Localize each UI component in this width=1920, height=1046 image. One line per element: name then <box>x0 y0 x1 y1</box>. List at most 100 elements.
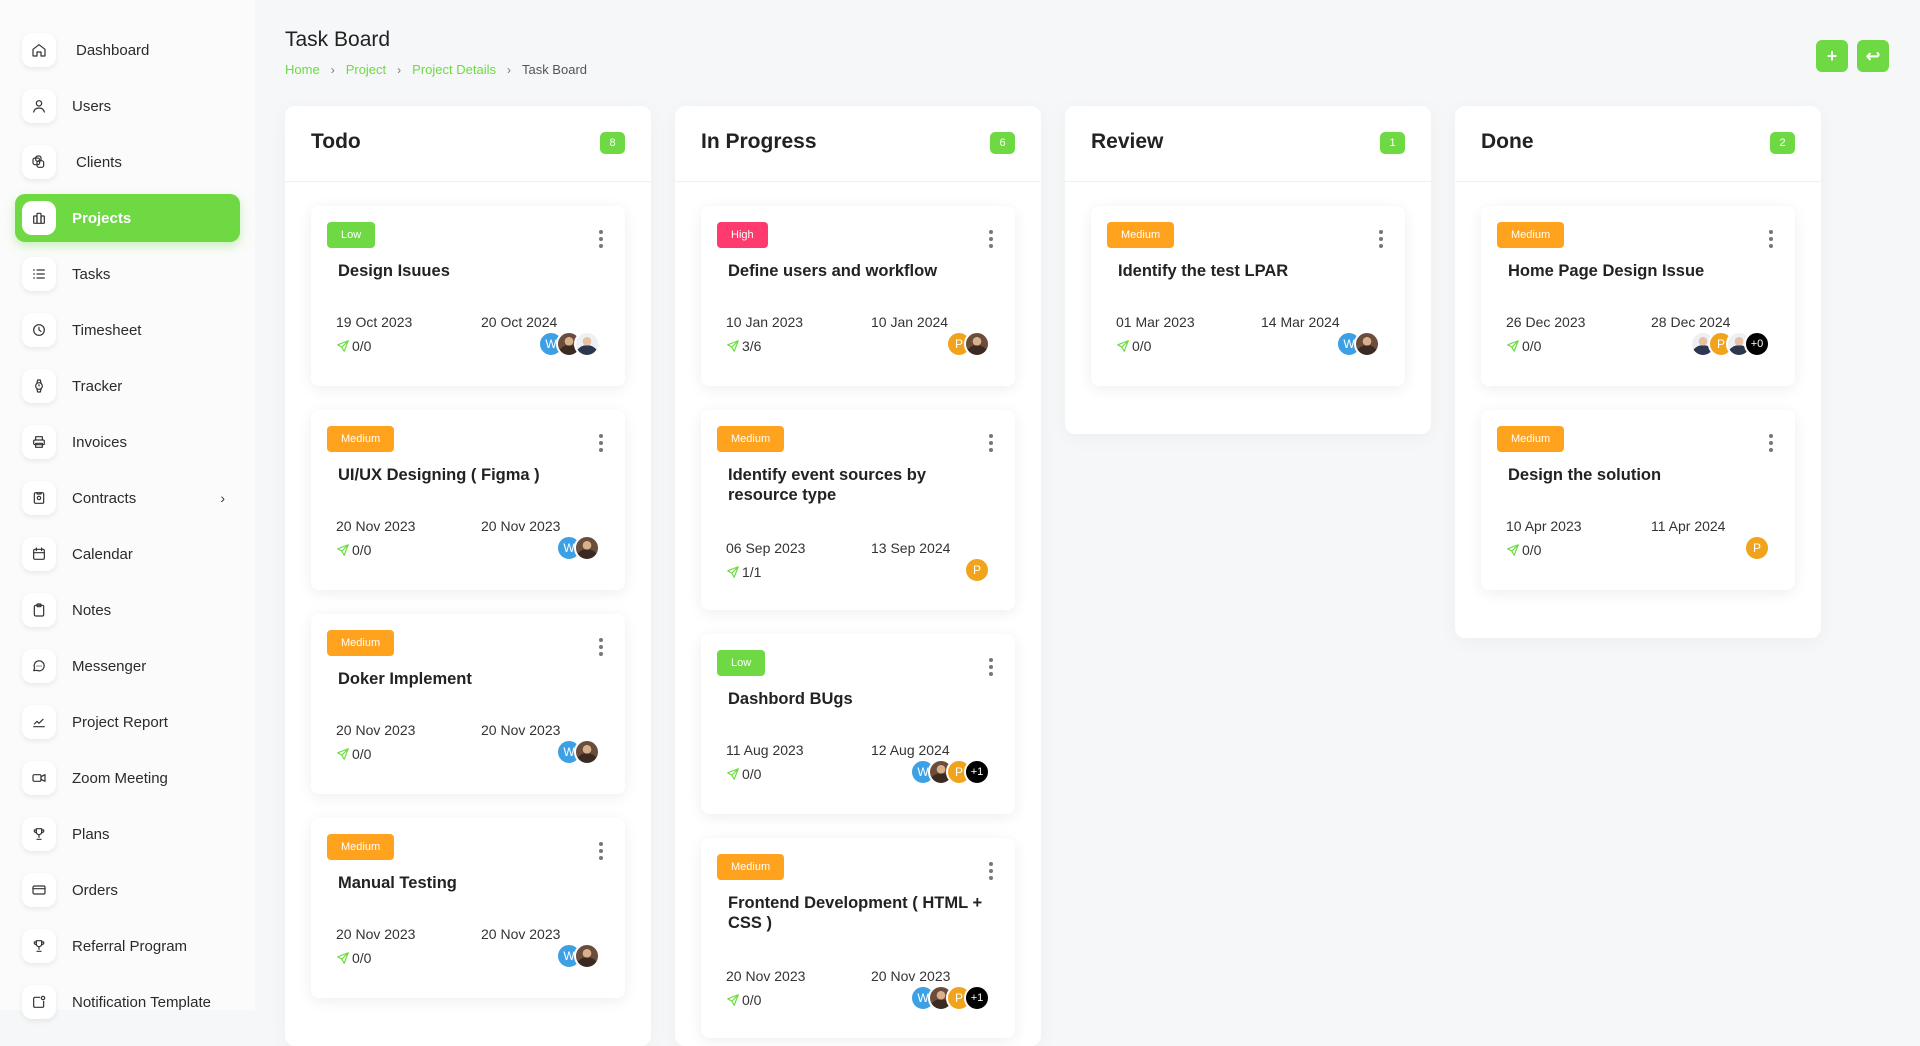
sidebar-item-invoices[interactable]: Invoices <box>15 418 240 466</box>
chevron-right-icon[interactable]: › <box>220 490 225 506</box>
task-card[interactable]: Medium Doker Implement 20 Nov 2023 20 Nov 2… <box>311 614 625 794</box>
avatar[interactable] <box>964 331 990 357</box>
contract-icon <box>22 481 56 515</box>
avatar[interactable]: +1 <box>964 985 990 1011</box>
checklist-progress: 0/0 <box>1506 338 1541 354</box>
sidebar-item-label: Notes <box>72 601 112 619</box>
chevron-right-icon: › <box>330 62 335 77</box>
task-card[interactable]: Medium UI/UX Designing ( Figma ) 20 Nov 20… <box>311 410 625 590</box>
sidebar-item-dashboard[interactable]: Dashboard <box>15 26 240 74</box>
task-card[interactable]: Medium Identify event sources by resource… <box>701 410 1015 610</box>
task-count-badge: 1 <box>1380 132 1405 154</box>
sidebar-item-referral-program[interactable]: Referral Program <box>15 922 240 970</box>
back-button[interactable]: ↩ <box>1857 40 1889 72</box>
sidebar-item-contracts[interactable]: Contracts › <box>15 474 240 522</box>
avatar[interactable]: +0 <box>1744 331 1770 357</box>
task-card[interactable]: Medium Frontend Development ( HTML + CSS … <box>701 838 1015 1038</box>
sidebar-item-calendar[interactable]: Calendar <box>15 530 240 578</box>
checklist-count: 0/0 <box>1522 338 1542 354</box>
trophy-icon <box>22 817 56 851</box>
column-done: Done 2 Medium Home Page Design Issue 26 Dec … <box>1455 106 1821 638</box>
assignee-avatars: W <box>538 331 600 357</box>
sidebar-item-users[interactable]: Users <box>15 82 240 130</box>
avatar[interactable] <box>574 331 600 357</box>
task-title[interactable]: Define users and workflow <box>728 261 988 281</box>
checklist-count: 0/0 <box>1522 542 1542 558</box>
more-options-icon[interactable] <box>599 638 603 659</box>
sidebar-item-messenger[interactable]: Messenger <box>15 642 240 690</box>
task-card[interactable]: Low Design Isuues 19 Oct 2023 20 Oct 2024 0/… <box>311 206 625 386</box>
more-options-icon[interactable] <box>599 434 603 455</box>
start-date: 20 Nov 2023 <box>336 722 416 738</box>
more-options-icon[interactable] <box>989 658 993 679</box>
watch-icon <box>22 369 56 403</box>
task-title[interactable]: Frontend Development ( HTML + CSS ) <box>728 893 988 933</box>
avatar[interactable]: +1 <box>964 759 990 785</box>
task-title[interactable]: UI/UX Designing ( Figma ) <box>338 465 598 485</box>
task-card[interactable]: Medium Manual Testing 20 Nov 2023 20 Nov 20… <box>311 818 625 998</box>
task-title[interactable]: Design the solution <box>1508 465 1768 485</box>
sidebar-item-notification-template[interactable]: Notification Template <box>15 978 240 1026</box>
breadcrumb-project[interactable]: Project <box>346 62 386 77</box>
task-card[interactable]: High Define users and workflow 10 Jan 2023… <box>701 206 1015 386</box>
chevron-right-icon: › <box>506 62 511 77</box>
breadcrumb-project-details[interactable]: Project Details <box>412 62 496 77</box>
avatar[interactable] <box>1354 331 1380 357</box>
sidebar-item-timesheet[interactable]: Timesheet <box>15 306 240 354</box>
sidebar-item-projects[interactable]: Projects <box>15 194 240 242</box>
task-title[interactable]: Design Isuues <box>338 261 598 281</box>
sidebar-item-orders[interactable]: Orders <box>15 866 240 914</box>
more-options-icon[interactable] <box>989 862 993 883</box>
trophy-icon <box>22 929 56 963</box>
start-date: 10 Apr 2023 <box>1506 518 1582 534</box>
checklist-count: 0/0 <box>742 992 762 1008</box>
end-date: 13 Sep 2024 <box>871 540 951 556</box>
more-options-icon[interactable] <box>1769 434 1773 455</box>
list-icon <box>22 257 56 291</box>
more-options-icon[interactable] <box>599 230 603 251</box>
task-card[interactable]: Medium Identify the test LPAR 01 Mar 2023 1… <box>1091 206 1405 386</box>
more-options-icon[interactable] <box>1379 230 1383 251</box>
priority-badge: High <box>717 222 768 248</box>
task-card[interactable]: Medium Home Page Design Issue 26 Dec 2023 2… <box>1481 206 1795 386</box>
priority-badge: Medium <box>1497 426 1565 452</box>
task-title[interactable]: Doker Implement <box>338 669 598 689</box>
avatar[interactable]: P <box>964 557 990 583</box>
checklist-progress: 0/0 <box>336 542 371 558</box>
task-count-badge: 6 <box>990 132 1015 154</box>
column-todo: Todo 8 Low Design Isuues 19 Oct 2023 20 Oct 2… <box>285 106 651 1046</box>
end-date: 28 Dec 2024 <box>1651 314 1731 330</box>
end-date: 20 Nov 2023 <box>871 968 951 984</box>
more-options-icon[interactable] <box>989 230 993 251</box>
task-card[interactable]: Medium Design the solution 10 Apr 2023 11 A… <box>1481 410 1795 590</box>
start-date: 20 Nov 2023 <box>726 968 806 984</box>
task-title[interactable]: Manual Testing <box>338 873 598 893</box>
avatar[interactable]: P <box>1744 535 1770 561</box>
sidebar-item-clients[interactable]: Clients <box>15 138 240 186</box>
priority-badge: Low <box>327 222 376 248</box>
sidebar-item-tracker[interactable]: Tracker <box>15 362 240 410</box>
task-title[interactable]: Dashbord BUgs <box>728 689 988 709</box>
sidebar-item-tasks[interactable]: Tasks <box>15 250 240 298</box>
task-count-badge: 2 <box>1770 132 1795 154</box>
avatar[interactable] <box>574 739 600 765</box>
more-options-icon[interactable] <box>989 434 993 455</box>
sidebar-item-plans[interactable]: Plans <box>15 810 240 858</box>
task-card[interactable]: Low Dashbord BUgs 11 Aug 2023 12 Aug 2024 0/… <box>701 634 1015 814</box>
more-options-icon[interactable] <box>599 842 603 863</box>
checklist-progress: 0/0 <box>1506 542 1541 558</box>
more-options-icon[interactable] <box>1769 230 1773 251</box>
add-task-button[interactable]: + <box>1816 40 1848 72</box>
task-title[interactable]: Home Page Design Issue <box>1508 261 1768 281</box>
avatar[interactable] <box>574 943 600 969</box>
breadcrumb-task-board: Task Board <box>521 62 588 77</box>
task-title[interactable]: Identify the test LPAR <box>1118 261 1378 281</box>
send-icon <box>1507 340 1519 352</box>
task-title[interactable]: Identify event sources by resource type <box>728 465 988 505</box>
priority-badge: Medium <box>327 834 395 860</box>
sidebar-item-project-report[interactable]: Project Report <box>15 698 240 746</box>
avatar[interactable] <box>574 535 600 561</box>
sidebar-item-notes[interactable]: Notes <box>15 586 240 634</box>
sidebar-item-zoom-meeting[interactable]: Zoom Meeting <box>15 754 240 802</box>
breadcrumb-home[interactable]: Home <box>285 62 320 77</box>
